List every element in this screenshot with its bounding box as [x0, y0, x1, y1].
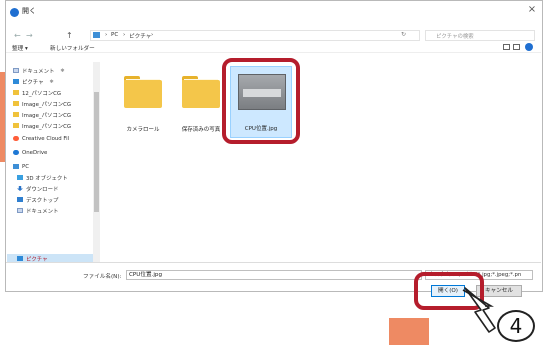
sidebar-item-folder[interactable]: Image_パソコンCG: [13, 110, 71, 119]
navigation-pane: ドキュメント ✱ ピクチャ ✱ 12_パソコンCG Image_パソコンCG Ima…: [7, 62, 93, 263]
sidebar-item-documents[interactable]: ドキュメント: [17, 206, 58, 215]
filename-input[interactable]: CPU位置.jpg: [126, 270, 422, 280]
search-input[interactable]: ピクチャの検索: [425, 30, 535, 41]
folder-icon: [13, 123, 19, 128]
step-number-badge: 4: [497, 310, 535, 342]
sidebar-item-pictures[interactable]: ピクチャ ✱: [13, 77, 54, 86]
sidebar-item-3d-objects[interactable]: 3D オブジェクト: [17, 173, 68, 182]
breadcrumb-pc[interactable]: PC: [111, 32, 118, 38]
sidebar-item-onedrive[interactable]: OneDrive: [13, 148, 47, 157]
download-icon: [17, 186, 23, 191]
footer-divider: [6, 262, 541, 263]
app-icon: [10, 8, 19, 17]
organize-button[interactable]: 整理 ▾: [12, 44, 28, 52]
pin-icon: ✱: [60, 67, 65, 74]
desktop-icon: [17, 197, 23, 202]
file-item-folder[interactable]: カメラロール: [112, 70, 174, 140]
folder-icon: [182, 76, 220, 108]
folder-icon: [13, 90, 19, 95]
address-bar[interactable]: › PC › ピクチャ › ↻: [90, 30, 420, 41]
sidebar-item-documents[interactable]: ドキュメント ✱: [13, 66, 65, 75]
breadcrumb-sep: ›: [151, 32, 154, 38]
new-folder-button[interactable]: 新しいフォルダー: [50, 44, 95, 52]
sidebar-item-folder[interactable]: Image_パソコンCG: [13, 121, 71, 130]
breadcrumb-sep: ›: [105, 32, 108, 38]
forward-icon[interactable]: →: [26, 31, 33, 41]
sidebar-item-folder[interactable]: Image_パソコンCG: [13, 99, 71, 108]
pin-icon: ✱: [49, 78, 54, 85]
file-highlight-frame: [222, 58, 300, 144]
view-options-icon[interactable]: [503, 44, 510, 50]
pc-icon: [13, 164, 19, 169]
sidebar-item-desktop[interactable]: デスクトップ: [17, 195, 58, 204]
pictures-icon: [17, 256, 23, 261]
pictures-icon: [13, 79, 19, 84]
creative-cloud-icon: [13, 136, 19, 141]
document-icon: [17, 208, 23, 213]
scrollbar-thumb[interactable]: [94, 92, 99, 212]
sidebar-item-creative-cloud[interactable]: Creative Cloud Fil: [13, 134, 69, 143]
help-icon[interactable]: [525, 43, 533, 51]
folder-icon: [13, 112, 19, 117]
sidebar-item-downloads[interactable]: ダウンロード: [17, 184, 58, 193]
toolbar-divider: [6, 52, 541, 53]
orange-marker: [389, 318, 429, 345]
pc-icon: [93, 32, 100, 38]
sidebar-item-folder[interactable]: 12_パソコンCG: [13, 88, 61, 97]
breadcrumb-sep: ›: [123, 32, 126, 38]
preview-pane-icon[interactable]: [513, 44, 520, 50]
breadcrumb-pictures[interactable]: ピクチャ: [129, 32, 151, 40]
folder-icon: [13, 101, 19, 106]
sidebar-item-pc[interactable]: PC: [13, 162, 29, 171]
search-placeholder: ピクチャの検索: [436, 34, 474, 40]
file-name: カメラロール: [126, 127, 160, 133]
dialog-title: 開く: [22, 7, 36, 15]
folder-icon: [124, 76, 162, 108]
up-icon[interactable]: ↑: [66, 31, 73, 41]
close-icon[interactable]: ×: [525, 4, 539, 16]
refresh-icon[interactable]: ↻: [401, 31, 406, 38]
onedrive-icon: [13, 150, 19, 155]
back-icon[interactable]: ←: [14, 31, 21, 41]
filename-label: ファイル名(N):: [83, 274, 122, 280]
3d-objects-icon: [17, 175, 23, 180]
document-icon: [13, 68, 19, 73]
